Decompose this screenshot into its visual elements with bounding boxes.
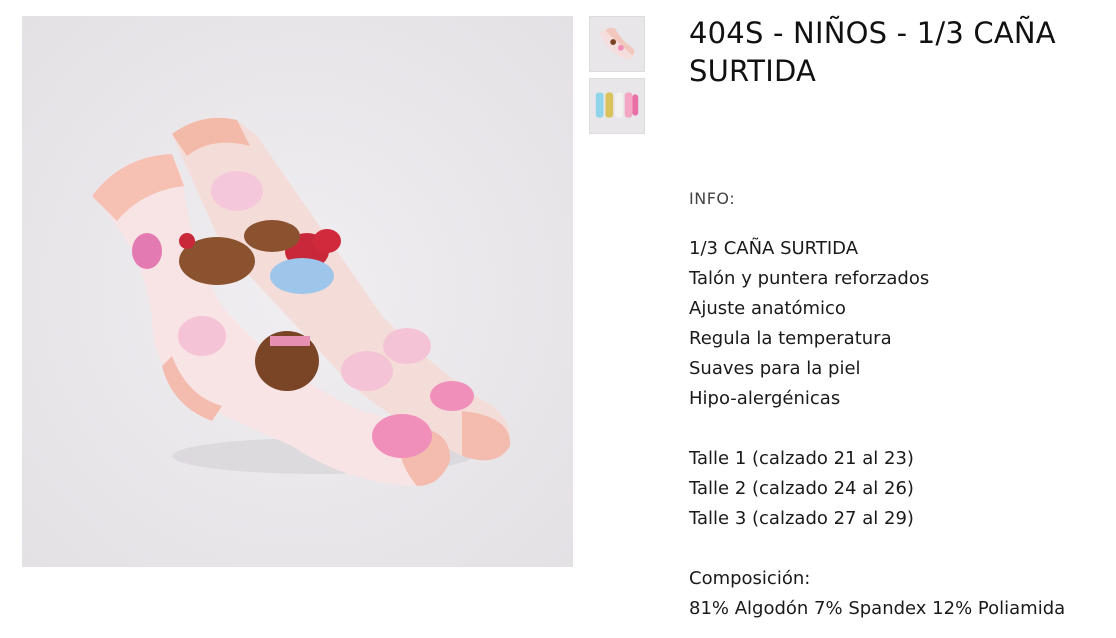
feature-item: Ajuste anatómico: [689, 298, 846, 319]
product-info-panel: 404S - NIÑOS - 1/3 CAÑA SURTIDA: [689, 14, 1109, 90]
composition-value: 81% Algodón 7% Spandex 12% Poliamida: [689, 598, 1066, 619]
socks-assorted-thumbnail-icon: [590, 79, 644, 133]
socks-illustration: [22, 16, 573, 567]
feature-item: Hipo-alergénicas: [689, 388, 841, 409]
thumbnail-socks-assorted[interactable]: [589, 78, 645, 134]
product-main-image: [22, 16, 573, 567]
composition-label: Composición:: [689, 568, 811, 589]
product-title: 404S - NIÑOS - 1/3 CAÑA SURTIDA: [689, 16, 1056, 88]
feature-item: Talón y puntera reforzados: [689, 268, 930, 289]
size-item: Talle 1 (calzado 21 al 23): [689, 448, 914, 469]
feature-item: Regula la temperatura: [689, 328, 892, 349]
spacer: [689, 414, 1065, 444]
info-label: INFO:: [689, 189, 736, 208]
feature-item: Suaves para la piel: [689, 358, 861, 379]
spacer: [689, 534, 1065, 564]
thumbnail-socks-pair[interactable]: [589, 16, 645, 72]
socks-pair-thumbnail-icon: [590, 17, 644, 71]
size-item: Talle 2 (calzado 24 al 26): [689, 478, 914, 499]
product-description: 1/3 CAÑA SURTIDA Talón y puntera reforza…: [689, 234, 1065, 624]
feature-item: 1/3 CAÑA SURTIDA: [689, 238, 859, 259]
size-item: Talle 3 (calzado 27 al 29): [689, 508, 914, 529]
